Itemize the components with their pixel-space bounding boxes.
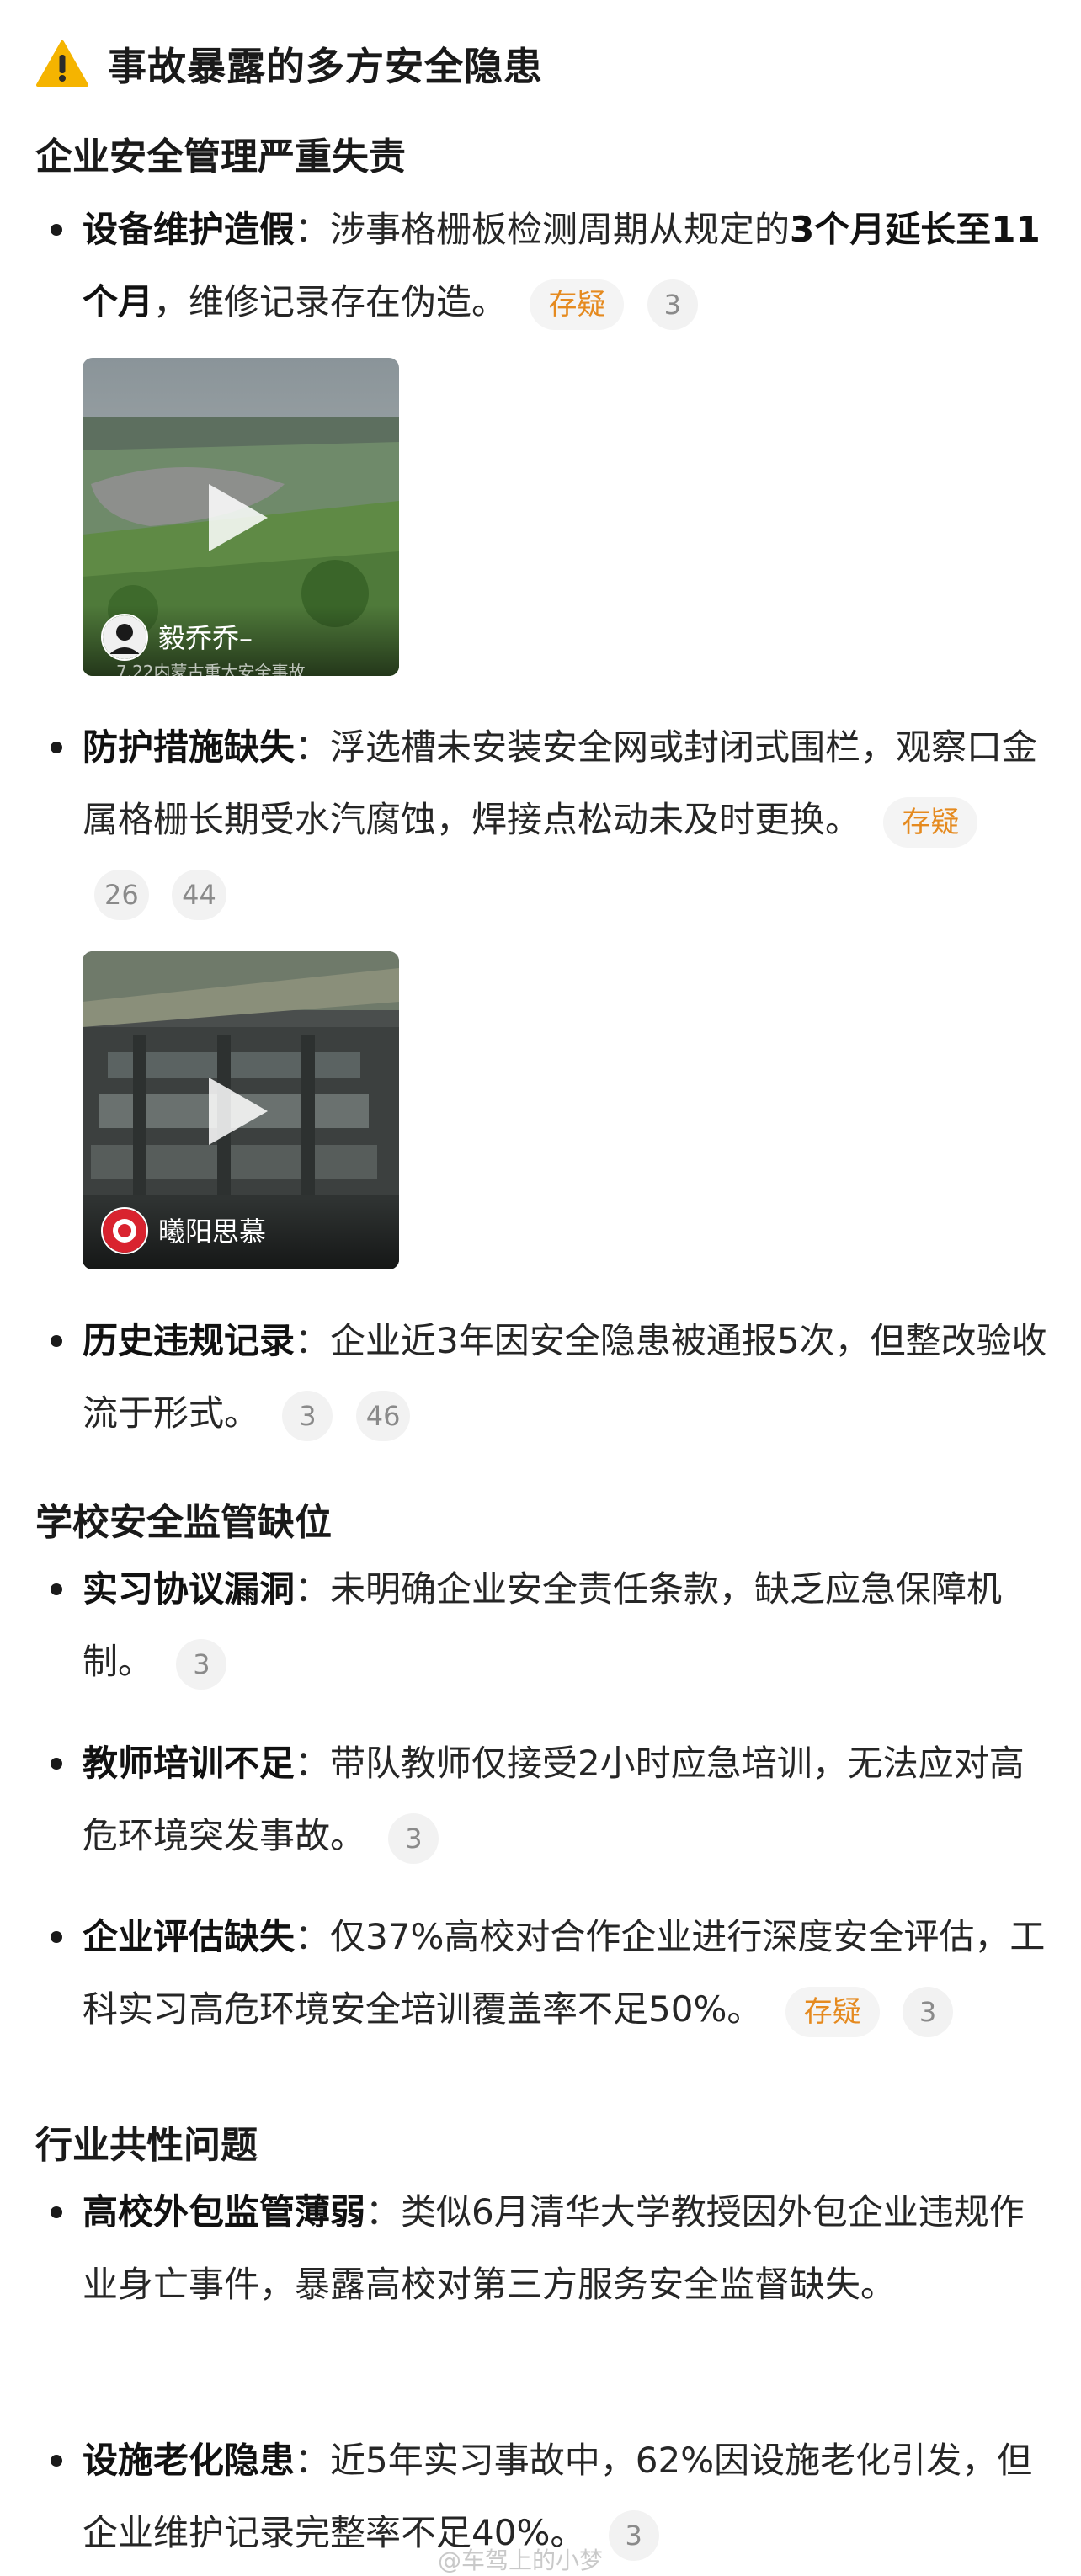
section-title: 企业安全管理严重失责 [35, 136, 406, 178]
bullet-dot [51, 224, 62, 236]
video-card[interactable]: 毅乔乔– 7.22内蒙古重大安全事故 [83, 358, 399, 676]
item-label: 设备维护造假 [83, 209, 296, 250]
video-caption: 7.22内蒙古重大安全事故 [116, 662, 306, 676]
list-item-text: 防护措施缺失：浮选槽未安装安全网或封闭式围栏，观察口金属格栅长期受水汽腐蚀，焊接… [83, 711, 1051, 929]
item-label: 防护措施缺失 [83, 726, 296, 768]
list-item-text: 历史违规记录：企业近3年因安全隐患被通报5次，但整改验收流于形式。 3 46 [83, 1305, 1051, 1450]
video-author: 毅乔乔– [158, 622, 253, 654]
citation-count[interactable]: 3 [903, 1986, 954, 2037]
citation-count[interactable]: 46 [355, 1390, 411, 1441]
item-colon: ： [295, 1916, 331, 1957]
list-item-text: 设备维护造假：涉事格栅板检测周期从规定的3个月延长至11个月，维修记录存在伪造。… [83, 194, 1051, 338]
citation-count[interactable]: 3 [647, 279, 698, 330]
item-colon: ： [295, 209, 331, 250]
bullet-dot [51, 2206, 62, 2218]
item-colon: ： [365, 2191, 402, 2233]
citation-count[interactable]: 3 [388, 1812, 439, 1864]
watermark: @车驾上的小梦 [438, 2547, 604, 2574]
avatar [101, 614, 148, 661]
play-icon[interactable] [209, 1078, 268, 1145]
item-label: 教师培训不足 [83, 1743, 296, 1784]
play-icon[interactable] [209, 484, 268, 551]
heading-title: 事故暴露的多方安全隐患 [108, 44, 543, 89]
list-item-text: 企业评估缺失：仅37%高校对合作企业进行深度安全评估，工科实习高危环境安全培训覆… [83, 1901, 1051, 2046]
item-label: 高校外包监管薄弱 [83, 2191, 366, 2233]
item-colon: ： [295, 726, 331, 768]
citation-count[interactable]: 44 [172, 869, 226, 920]
citation-count[interactable]: 3 [176, 1638, 227, 1690]
section-title: 行业共性问题 [35, 2124, 258, 2167]
bullet-dot [51, 2455, 62, 2467]
heading: 事故暴露的多方安全隐患 [35, 34, 543, 94]
section-title: 学校安全监管缺位 [35, 1501, 332, 1544]
author-bar: 曦阳思慕 [83, 1199, 399, 1269]
bullet-dot [51, 742, 62, 753]
item-text: ，维修记录存在伪造。 [153, 281, 508, 322]
item-colon: ： [295, 2440, 331, 2481]
author-bar: 毅乔乔– 7.22内蒙古重大安全事故 [83, 605, 399, 676]
item-colon: ： [295, 1568, 331, 1610]
citation-count[interactable]: 26 [94, 869, 149, 920]
item-label: 历史违规记录 [83, 1320, 296, 1361]
video-card[interactable]: 曦阳思慕 [83, 951, 399, 1269]
bullet-dot [51, 1583, 62, 1595]
doubt-tag[interactable]: 存疑 [883, 796, 978, 848]
item-colon: ： [295, 1320, 331, 1361]
avatar [101, 1207, 148, 1254]
citation-count[interactable]: 3 [282, 1390, 333, 1441]
doubt-tag[interactable]: 存疑 [785, 1986, 880, 2037]
item-colon: ： [295, 1743, 331, 1784]
item-label: 企业评估缺失 [83, 1916, 296, 1957]
video-author: 曦阳思慕 [158, 1216, 267, 1248]
bullet-dot [51, 1931, 62, 1943]
item-label: 实习协议漏洞 [83, 1568, 296, 1610]
warning-icon [36, 40, 88, 87]
item-text: 涉事格栅板检测周期从规定的 [330, 209, 791, 250]
bullet-dot [51, 1335, 62, 1347]
list-item-text: 实习协议漏洞：未明确企业安全责任条款，缺乏应急保障机制。 3 [83, 1553, 1051, 1698]
doubt-tag[interactable]: 存疑 [530, 279, 625, 330]
bullet-dot [51, 1758, 62, 1770]
citation-count[interactable]: 3 [608, 2509, 659, 2561]
item-label: 设施老化隐患 [83, 2440, 296, 2481]
list-item-text: 高校外包监管薄弱：类似6月清华大学教授因外包企业违规作业身亡事件，暴露高校对第三… [83, 2176, 1051, 2321]
list-item-text: 教师培训不足：带队教师仅接受2小时应急培训，无法应对高危环境突发事故。 3 [83, 1727, 1051, 1872]
